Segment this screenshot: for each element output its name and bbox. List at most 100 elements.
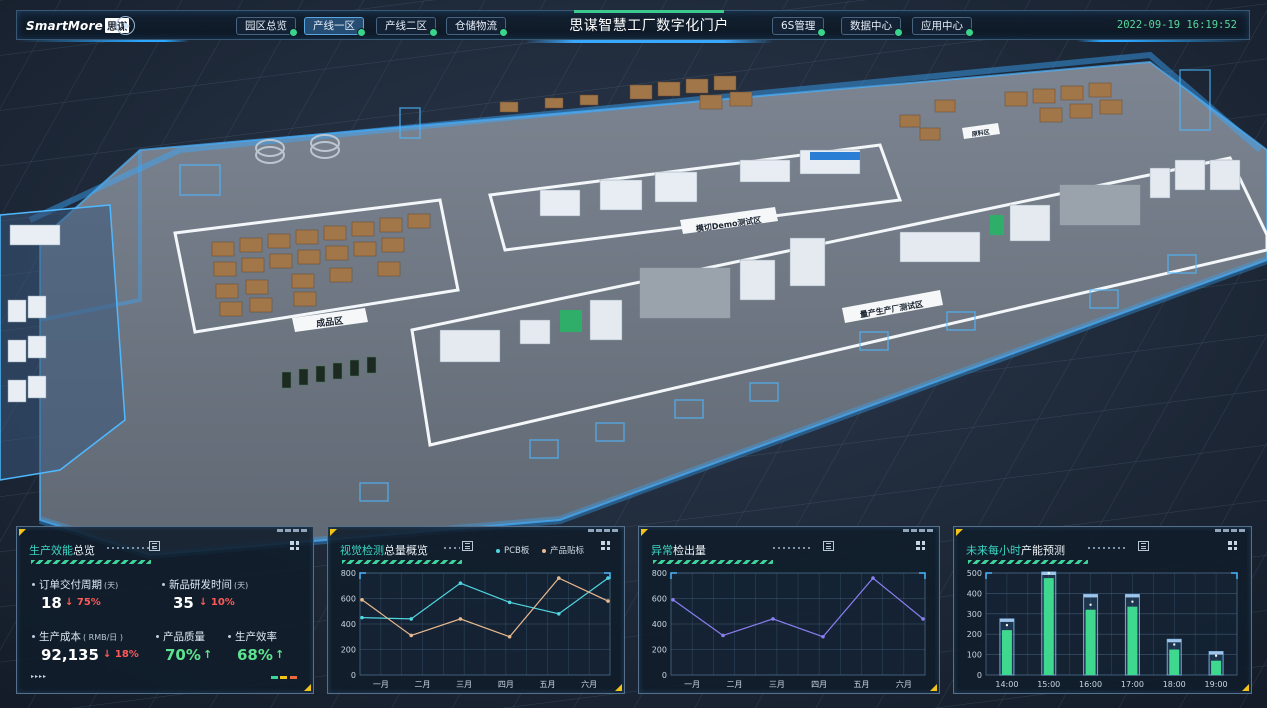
data-point bbox=[871, 576, 875, 580]
kpi-value-rd-time: 35 bbox=[173, 594, 194, 612]
menu-icon[interactable] bbox=[149, 541, 160, 551]
tab-data-center[interactable]: 数据中心 bbox=[841, 17, 903, 37]
grid-icon[interactable] bbox=[601, 541, 610, 550]
header-dots bbox=[1088, 547, 1128, 549]
y-tick-label: 0 bbox=[977, 671, 982, 680]
x-tick-label: 四月 bbox=[811, 680, 827, 689]
title-stripe bbox=[31, 560, 151, 564]
y-tick-label: 300 bbox=[967, 610, 982, 619]
footer-dashes bbox=[271, 676, 297, 679]
tab-park-overview[interactable]: 园区总览 bbox=[236, 17, 298, 37]
panel-header: 未来每小时产能预测 bbox=[966, 539, 1241, 557]
legend-pcb[interactable]: PCB板 bbox=[496, 544, 529, 556]
x-tick-label: 19:00 bbox=[1205, 680, 1228, 689]
tab-warehouse-logistics[interactable]: 仓储物流 bbox=[446, 17, 508, 37]
data-point bbox=[507, 634, 512, 639]
legend-label[interactable]: 产品贴标 bbox=[542, 544, 584, 556]
header-dots bbox=[773, 547, 813, 549]
data-point bbox=[507, 600, 512, 605]
capacity-cap bbox=[999, 618, 1014, 622]
x-tick-label: 四月 bbox=[498, 680, 514, 689]
title-stripe bbox=[342, 560, 462, 564]
data-point bbox=[921, 617, 925, 621]
kpi-delta-order-cycle: ↓ 75% bbox=[65, 597, 101, 608]
data-point bbox=[671, 597, 675, 602]
kpi-value-order-cycle: 18 bbox=[41, 594, 62, 612]
data-point bbox=[557, 576, 561, 580]
bar-top-marker bbox=[1215, 654, 1218, 657]
footer-arrows: ▸▸▸▸ bbox=[31, 673, 48, 680]
visual-inspection-line-chart: 0 200 400 600 800 一月 二月 三月 四月 五月 六月 bbox=[341, 569, 611, 689]
panel-title: 异常检出量 bbox=[651, 544, 706, 557]
bar bbox=[1169, 649, 1180, 675]
grid-icon[interactable] bbox=[916, 541, 925, 550]
bar bbox=[1043, 578, 1054, 675]
data-point bbox=[771, 617, 775, 621]
capacity-cap bbox=[1209, 651, 1224, 655]
bar-top-marker bbox=[1173, 643, 1176, 646]
panel-production-efficiency: 生产效能总览 订单交付周期 (天) 18 ↓ 75% 新品研发时间 (天) 35 ↓… bbox=[16, 526, 314, 694]
panel-capacity-forecast: 未来每小时产能预测 0 100 200 300 400 500 14:00 15:00 16:0… bbox=[953, 526, 1252, 694]
data-point bbox=[458, 617, 463, 621]
kpi-value-cost: 92,135 bbox=[41, 646, 99, 664]
grid-icon[interactable] bbox=[1228, 541, 1237, 550]
corner-marker bbox=[641, 529, 648, 536]
x-tick-label: 六月 bbox=[896, 679, 912, 689]
x-tick-label: 三月 bbox=[769, 680, 785, 689]
bar-top-marker bbox=[1005, 624, 1008, 627]
data-point bbox=[360, 615, 364, 620]
tab-app-center[interactable]: 应用中心 bbox=[912, 17, 974, 37]
menu-icon[interactable] bbox=[1138, 541, 1149, 551]
kpi-label-rd-time: 新品研发时间 (天) bbox=[161, 579, 249, 591]
legend-dot bbox=[496, 548, 500, 553]
x-tick-label: 五月 bbox=[854, 680, 870, 689]
header-dots bbox=[444, 547, 460, 549]
tab-line-zone-1[interactable]: 产线一区 bbox=[304, 17, 366, 37]
company-logo: SmartMore 思谋 bbox=[26, 18, 130, 33]
kpi-delta-cost: ↓ 18% bbox=[103, 649, 139, 660]
data-point bbox=[409, 617, 413, 621]
panel-top-decoration bbox=[903, 529, 933, 532]
y-tick-label: 600 bbox=[341, 595, 356, 604]
x-tick-label: 二月 bbox=[727, 680, 743, 689]
anomaly-line-chart: 0 200 400 600 800 一月 二月 三月 四月 五月 六月 bbox=[652, 569, 926, 689]
panel-header: 生产效能总览 bbox=[29, 539, 303, 557]
panel-top-decoration bbox=[1215, 529, 1245, 532]
capacity-cap bbox=[1167, 639, 1182, 643]
corner-marker bbox=[330, 529, 337, 536]
bar bbox=[1001, 630, 1012, 675]
grid-icon[interactable] bbox=[290, 541, 299, 550]
menu-icon[interactable] bbox=[823, 541, 834, 551]
data-point bbox=[360, 597, 364, 602]
logo-text: SmartMore bbox=[26, 19, 103, 33]
play-icon[interactable] bbox=[116, 16, 135, 35]
y-tick-label: 400 bbox=[967, 589, 982, 598]
panel-visual-inspection: 视觉检测总量概览 PCB板 产品贴标 0 200 400 600 800 一月 二月 三月 四月… bbox=[327, 526, 625, 694]
x-tick-label: 15:00 bbox=[1037, 680, 1060, 689]
y-tick-label: 800 bbox=[652, 569, 667, 578]
tab-6s-management[interactable]: 6S管理 bbox=[772, 17, 827, 37]
bar-top-marker bbox=[1131, 600, 1134, 603]
bar bbox=[1085, 609, 1096, 675]
y-tick-label: 400 bbox=[652, 620, 667, 629]
y-tick-label: 200 bbox=[652, 646, 667, 655]
kpi-label-quality: 产品质量 bbox=[156, 631, 205, 643]
data-point bbox=[557, 612, 561, 616]
data-point bbox=[458, 581, 463, 585]
current-datetime: 2022-09-19 16:19:52 bbox=[1116, 19, 1237, 31]
x-tick-label: 一月 bbox=[373, 680, 389, 689]
x-tick-label: 16:00 bbox=[1079, 680, 1102, 689]
title-container: 思谋智慧工厂数字化门户 bbox=[524, 10, 774, 43]
y-tick-label: 400 bbox=[341, 620, 356, 629]
panel-header: 异常检出量 bbox=[651, 539, 929, 557]
header-dots bbox=[107, 547, 155, 549]
y-tick-label: 200 bbox=[967, 630, 982, 639]
tab-line-zone-2[interactable]: 产线二区 bbox=[376, 17, 438, 37]
panel-title: 生产效能总览 bbox=[29, 544, 95, 557]
kpi-label-order-cycle: 订单交付周期 (天) bbox=[31, 579, 119, 591]
y-tick-label: 100 bbox=[967, 651, 982, 660]
page-title: 思谋智慧工厂数字化门户 bbox=[569, 18, 729, 34]
x-tick-label: 18:00 bbox=[1163, 680, 1186, 689]
menu-icon[interactable] bbox=[462, 541, 473, 551]
y-tick-label: 200 bbox=[341, 646, 356, 655]
